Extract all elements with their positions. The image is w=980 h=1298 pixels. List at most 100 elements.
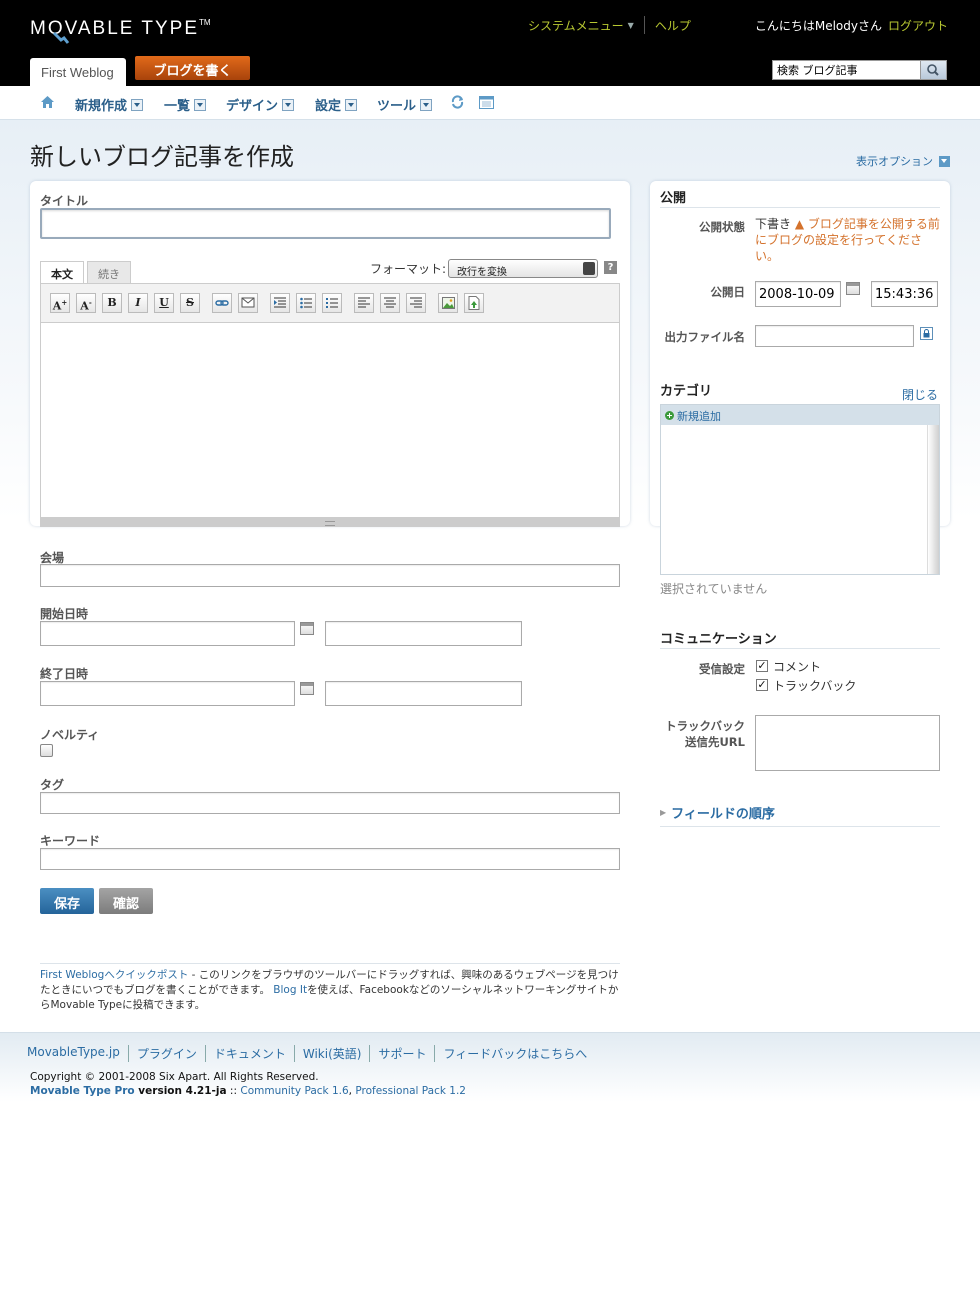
dropdown-arrow-icon[interactable] [345,98,358,111]
basename-label: 出力ファイル名 [664,330,746,344]
home-icon[interactable] [40,95,55,109]
footer-link-plugins[interactable]: プラグイン [127,1045,205,1062]
blog-it-link[interactable]: Blog It [273,984,307,996]
footer-link-feedback[interactable]: フィードバックはこちらへ [434,1045,595,1062]
nav-new[interactable]: 新規作成 [75,95,144,114]
product-link[interactable]: Movable Type Pro [30,1085,135,1097]
dropdown-arrow-icon[interactable] [131,98,144,111]
footer-link-wiki[interactable]: Wiki(英語) [293,1045,370,1062]
field-order-toggle[interactable]: ▶ フィールドの順序 [660,803,775,822]
warning-icon: ▲ [794,217,805,231]
body-textarea[interactable] [40,323,620,518]
copyright-block: Copyright © 2001-2008 Six Apart. All Rig… [30,1070,466,1098]
calendar-icon[interactable] [300,682,314,695]
end-date-input[interactable] [40,681,295,706]
strikethrough-icon[interactable]: S [180,293,200,313]
search-input[interactable] [773,61,921,79]
write-entry-button[interactable]: ブログを書く [135,56,250,80]
basename-input[interactable] [755,325,914,347]
start-time-input[interactable] [325,621,522,646]
calendar-icon[interactable] [846,282,860,295]
indent-icon[interactable] [270,293,290,313]
category-list[interactable]: 新規追加 [660,404,940,575]
align-center-icon[interactable] [380,293,400,313]
format-label: フォーマット: [370,262,447,276]
bulleted-list-icon[interactable] [296,293,316,313]
community-pack-link[interactable]: Community Pack 1.6 [240,1085,348,1097]
calendar-icon[interactable] [300,622,314,635]
editor-toolbar: A+ A- B I U S [40,283,620,323]
dropdown-arrow-icon[interactable] [194,98,207,111]
search-button[interactable] [920,61,946,79]
align-right-icon[interactable] [406,293,426,313]
keywords-input[interactable] [40,848,620,870]
nav-list[interactable]: 一覧 [164,95,207,114]
link-icon[interactable] [212,293,232,313]
novelty-checkbox[interactable] [40,744,53,757]
divider [643,16,645,34]
category-scrollbar[interactable] [927,425,939,574]
comments-checkbox[interactable]: ✓ [756,660,768,672]
chevron-down-icon [939,155,950,167]
rebuild-icon[interactable] [450,95,465,109]
insert-file-icon[interactable] [464,293,484,313]
category-close-link[interactable]: 閉じる [902,386,938,403]
page-title: 新しいブログ記事を作成 [30,143,294,171]
format-select[interactable]: 改行を変換 [448,259,598,278]
insert-image-icon[interactable] [438,293,458,313]
publish-time-input[interactable] [871,281,938,307]
italic-icon[interactable]: I [128,293,148,313]
lock-icon[interactable] [920,327,933,340]
nav-settings[interactable]: 設定 [315,95,358,114]
footer-link-docs[interactable]: ドキュメント [204,1045,294,1062]
bold-icon[interactable]: B [102,293,122,313]
trackbacks-checkbox[interactable]: ✓ [756,679,768,691]
trackbacks-label: トラックバック [773,679,857,693]
numbered-list-icon[interactable] [322,293,342,313]
add-category-link[interactable]: 新規追加 [661,405,939,425]
nav-design[interactable]: デザイン [226,95,295,114]
align-left-icon[interactable] [354,293,374,313]
status-label: 公開状態 [699,220,745,234]
blog-tab-first-weblog[interactable]: First Weblog [30,58,126,86]
communication-heading: コミュニケーション [660,632,777,647]
global-header: MOVABLE TYPETM システムメニュー ▼ ヘルプ こんにちはMelod… [0,0,980,86]
view-site-icon[interactable] [479,96,494,109]
preview-button[interactable]: 確認 [99,888,153,914]
footer-link-support[interactable]: サポート [369,1045,434,1062]
add-icon [665,411,674,420]
movable-type-logo[interactable]: MOVABLE TYPETM [30,18,211,44]
help-icon[interactable]: ? [604,261,617,274]
save-button[interactable]: 保存 [40,888,94,914]
category-none-text: 選択されていません [660,582,768,596]
editor-resize-handle[interactable] [40,517,620,527]
logout-link[interactable]: ログアウト [888,17,948,34]
keywords-label: キーワード [40,834,101,848]
tags-input[interactable] [40,792,620,814]
venue-input[interactable] [40,564,620,587]
system-menu-link[interactable]: システムメニュー [528,17,624,34]
dropdown-arrow-icon[interactable] [420,98,433,111]
start-date-input[interactable] [40,621,295,646]
font-smaller-icon[interactable]: A- [76,293,96,313]
version-line: Movable Type Pro version 4.21-ja :: Comm… [30,1085,466,1097]
tab-more[interactable]: 続き [87,261,131,283]
display-options-link[interactable]: 表示オプション [856,153,950,169]
footer-link-movabletype[interactable]: MovableType.jp [27,1045,128,1062]
help-link[interactable]: ヘルプ [655,17,691,34]
nav-tools[interactable]: ツール [377,95,433,114]
tags-label: タグ [40,778,65,792]
publish-date-input[interactable] [755,281,841,307]
tab-body[interactable]: 本文 [40,261,84,285]
underline-icon[interactable]: U [154,293,174,313]
professional-pack-link[interactable]: Professional Pack 1.2 [355,1085,466,1097]
dropdown-arrow-icon[interactable] [282,98,295,111]
font-larger-icon[interactable]: A+ [50,293,70,313]
comments-label: コメント [773,660,822,674]
title-input[interactable] [40,208,611,239]
trackback-urls-textarea[interactable] [755,715,940,771]
email-icon[interactable] [238,293,258,313]
search-icon [927,64,939,76]
quickpost-link[interactable]: First Weblogへクイックポスト [40,969,188,981]
end-time-input[interactable] [325,681,522,706]
